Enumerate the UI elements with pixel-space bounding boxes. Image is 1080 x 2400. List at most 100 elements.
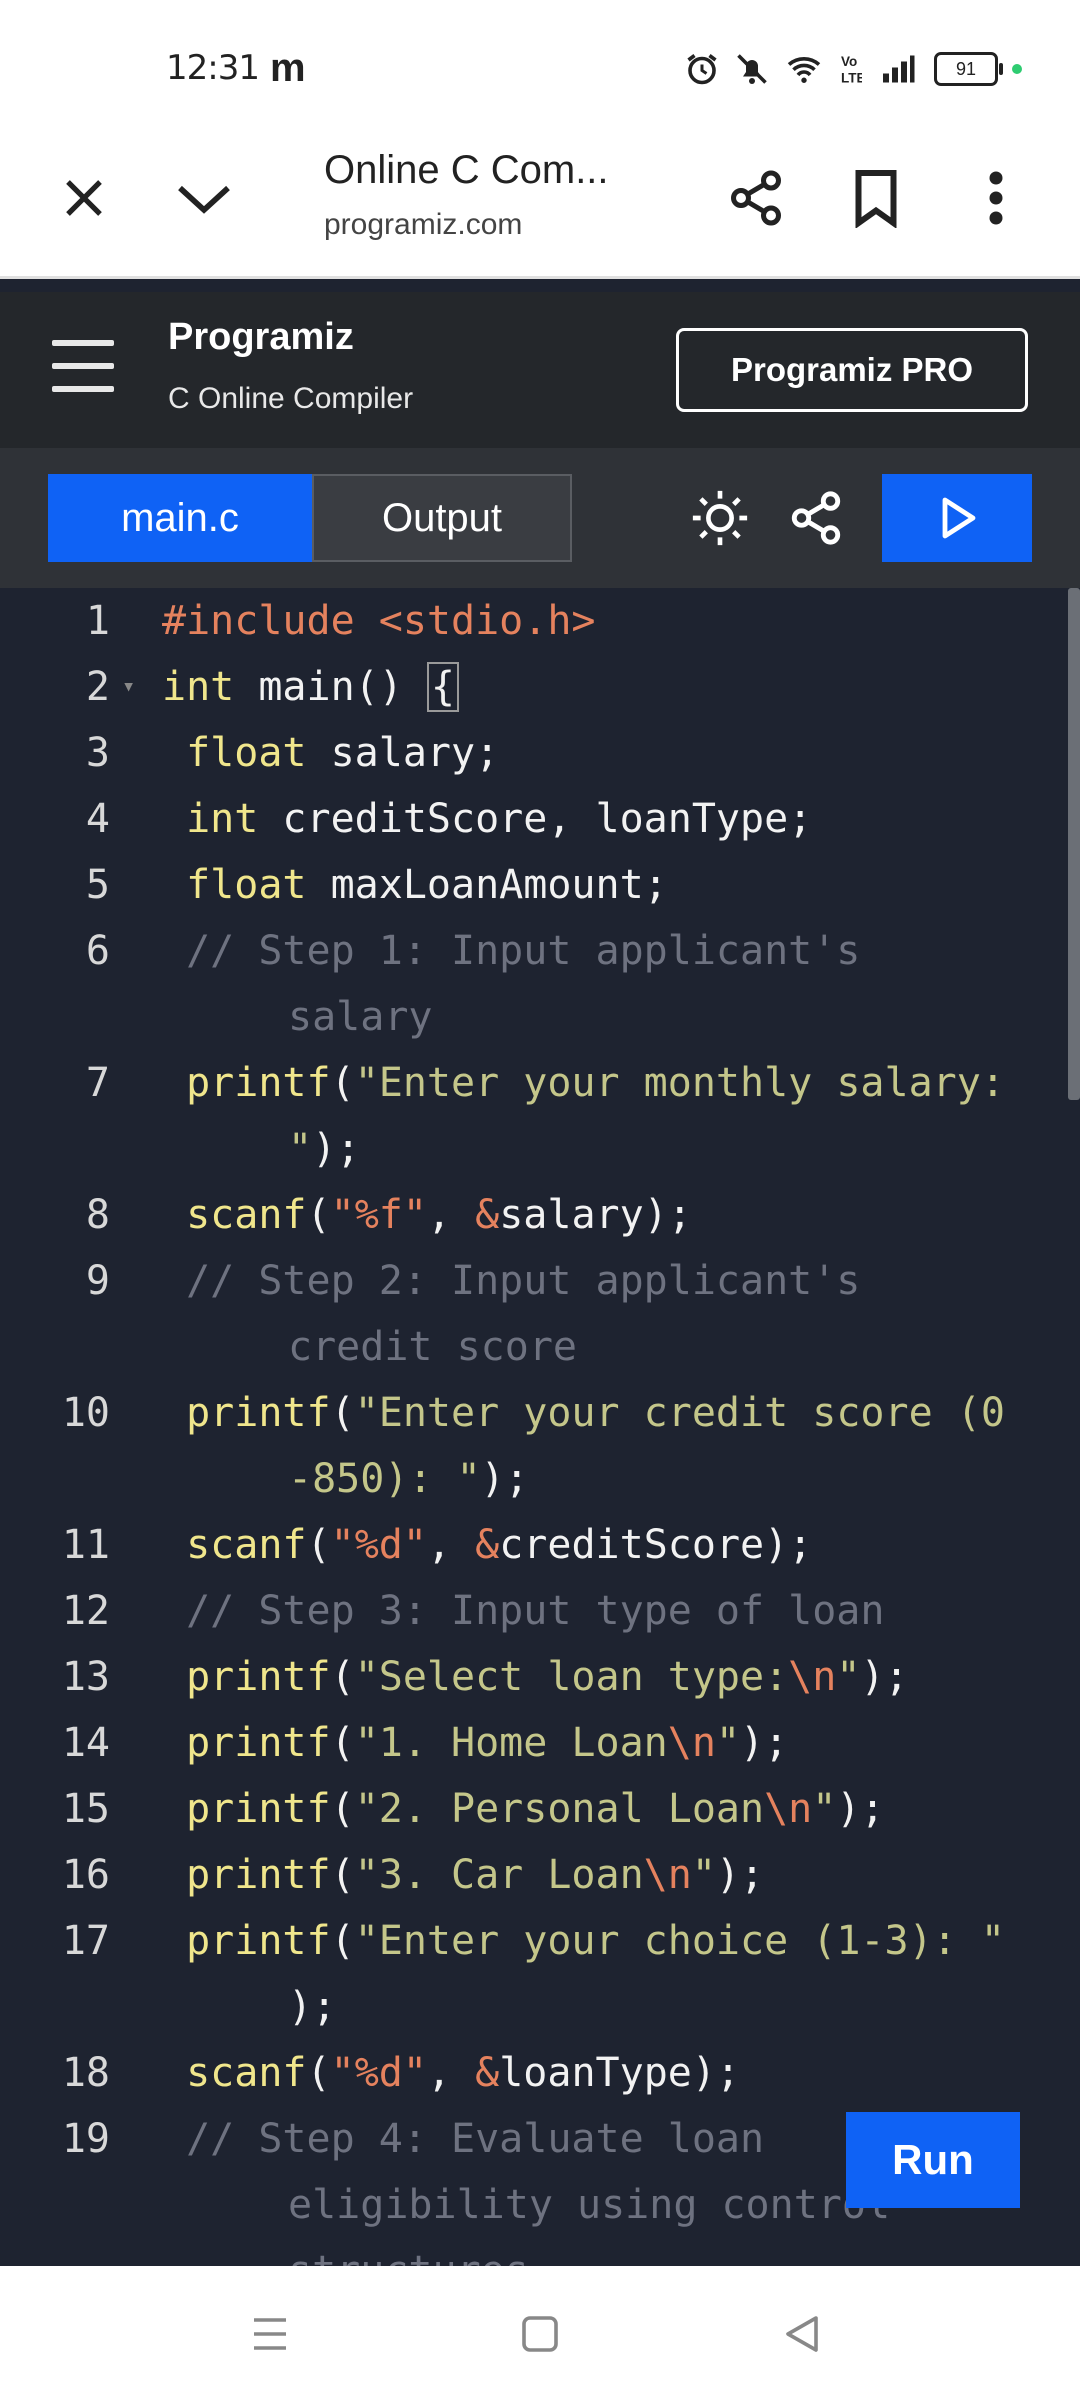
status-bar: 12:31 m Vo LTE 91 [0, 0, 1080, 120]
code-function: printf [186, 1060, 331, 1106]
code-function: printf [186, 1786, 331, 1832]
scrollbar-thumb[interactable] [1068, 588, 1080, 1100]
code-line: 9 // Step 2: Input applicant's credit sc… [0, 1248, 1068, 1380]
volte-icon: Vo LTE [841, 54, 862, 86]
code-string: "%d" [330, 1522, 427, 1568]
code-comment: // Step 4: Evaluate loan [186, 2116, 765, 2162]
run-play-button[interactable] [882, 474, 1032, 562]
code-function: printf [186, 1720, 331, 1766]
code-paren: ( [330, 1720, 355, 1766]
code-operator: & [475, 1522, 500, 1568]
theme-toggle-button[interactable] [680, 478, 760, 558]
bookmark-button[interactable] [836, 158, 916, 238]
code-line: 7 printf("Enter your monthly salary: "); [0, 1050, 1068, 1182]
recents-icon [254, 2318, 286, 2350]
code-keyword: float [186, 862, 307, 908]
code-text: , [426, 2050, 476, 2096]
menu-line [52, 340, 114, 346]
line-number: 15 [61, 1786, 110, 1832]
line-number: 11 [61, 1522, 110, 1568]
status-time: 12:31 [166, 48, 260, 88]
recents-button[interactable] [230, 2302, 310, 2366]
code-keyword: int [186, 796, 259, 842]
code-paren: ( [330, 1390, 355, 1436]
code-text: ); [715, 1852, 765, 1898]
privacy-dot [1012, 64, 1022, 74]
code-paren: ( [330, 1852, 355, 1898]
programiz-logo[interactable]: Programiz [168, 316, 354, 359]
code-string: "%d" [330, 2050, 427, 2096]
line-number: 8 [85, 1192, 110, 1238]
svg-text:Vo: Vo [841, 54, 857, 69]
fold-arrow-icon[interactable]: ▾ [122, 654, 135, 720]
line-number: 16 [61, 1852, 110, 1898]
code-string: "Enter your credit score (0 [354, 1390, 1005, 1436]
code-string: " [691, 1852, 716, 1898]
run-button[interactable]: Run [846, 2112, 1020, 2208]
line-number: 1 [85, 598, 110, 644]
minimize-button[interactable] [164, 158, 244, 238]
share-button[interactable] [716, 158, 796, 238]
more-options-button[interactable] [956, 158, 1036, 238]
line-number: 19 [61, 2116, 110, 2162]
code-comment-wrap: salary [288, 994, 433, 1040]
code-function: scanf [186, 2050, 307, 2096]
code-operator: & [475, 2050, 500, 2096]
code-text: main() [234, 664, 427, 710]
site-header: Programiz C Online Compiler Programiz PR… [0, 292, 1080, 450]
code-string: "Select loan type: [354, 1654, 789, 1700]
code-text: , [426, 1522, 476, 1568]
page-url[interactable]: programiz.com [324, 208, 522, 242]
code-function: printf [186, 1654, 331, 1700]
code-paren: ( [306, 1522, 331, 1568]
code-line: 17 printf("Enter your choice (1-3): " ); [0, 1908, 1068, 2040]
line-number: 14 [61, 1720, 110, 1766]
code-paren: ( [306, 1192, 331, 1238]
share-icon [791, 491, 841, 545]
home-button[interactable] [500, 2302, 580, 2366]
code-escape: \n [667, 1720, 716, 1766]
line-number: 3 [85, 730, 110, 776]
code-escape: \n [643, 1852, 692, 1898]
code-function: printf [186, 1918, 331, 1964]
share-code-button[interactable] [776, 478, 856, 558]
code-line: 10 printf("Enter your credit score (0 -8… [0, 1380, 1068, 1512]
tab-main-c[interactable]: main.c [48, 474, 312, 562]
tab-output[interactable]: Output [312, 474, 572, 562]
code-string: "Enter your monthly salary: [354, 1060, 1005, 1106]
editor-scrollbar[interactable] [1068, 588, 1080, 2266]
share-icon [731, 170, 781, 226]
mute-bell-icon [737, 54, 767, 84]
more-vert-icon [989, 171, 1003, 225]
chevron-down-icon [178, 185, 230, 214]
line-number: 13 [61, 1654, 110, 1700]
code-text: ; [312, 1984, 337, 2030]
code-text: ); [860, 1654, 909, 1700]
back-button[interactable] [762, 2302, 842, 2366]
code-string: "2. Personal Loan [354, 1786, 765, 1832]
code-line: 6 // Step 1: Input applicant's salary [0, 918, 1068, 1050]
alarm-icon [687, 54, 717, 85]
code-editor[interactable]: 1 #include <stdio.h> 2 ▾ int main() { 3 … [0, 588, 1068, 2266]
menu-line [52, 386, 114, 392]
close-icon [66, 180, 102, 216]
line-number: 4 [85, 796, 110, 842]
code-string: "Enter your choice (1-3): " [354, 1918, 1005, 1964]
code-text: ); [312, 1126, 361, 1172]
code-paren: ( [330, 1786, 355, 1832]
code-text: ); [836, 1786, 885, 1832]
line-number: 18 [61, 2050, 110, 2096]
code-text: creditScore, loanType; [258, 796, 813, 842]
code-text: maxLoanAmount; [306, 862, 668, 908]
menu-button[interactable] [52, 340, 114, 392]
code-function: scanf [186, 1522, 307, 1568]
close-button[interactable] [44, 158, 124, 238]
code-escape: \n [764, 1786, 813, 1832]
code-escape: \n [788, 1654, 837, 1700]
app-notification-icon: m [270, 46, 306, 90]
code-comment: // Step 3: Input type of loan [186, 1588, 885, 1634]
code-paren: ) [288, 1984, 313, 2030]
code-paren: ( [330, 1654, 355, 1700]
programiz-pro-button[interactable]: Programiz PRO [676, 328, 1028, 412]
svg-text:LTE: LTE [841, 71, 862, 86]
